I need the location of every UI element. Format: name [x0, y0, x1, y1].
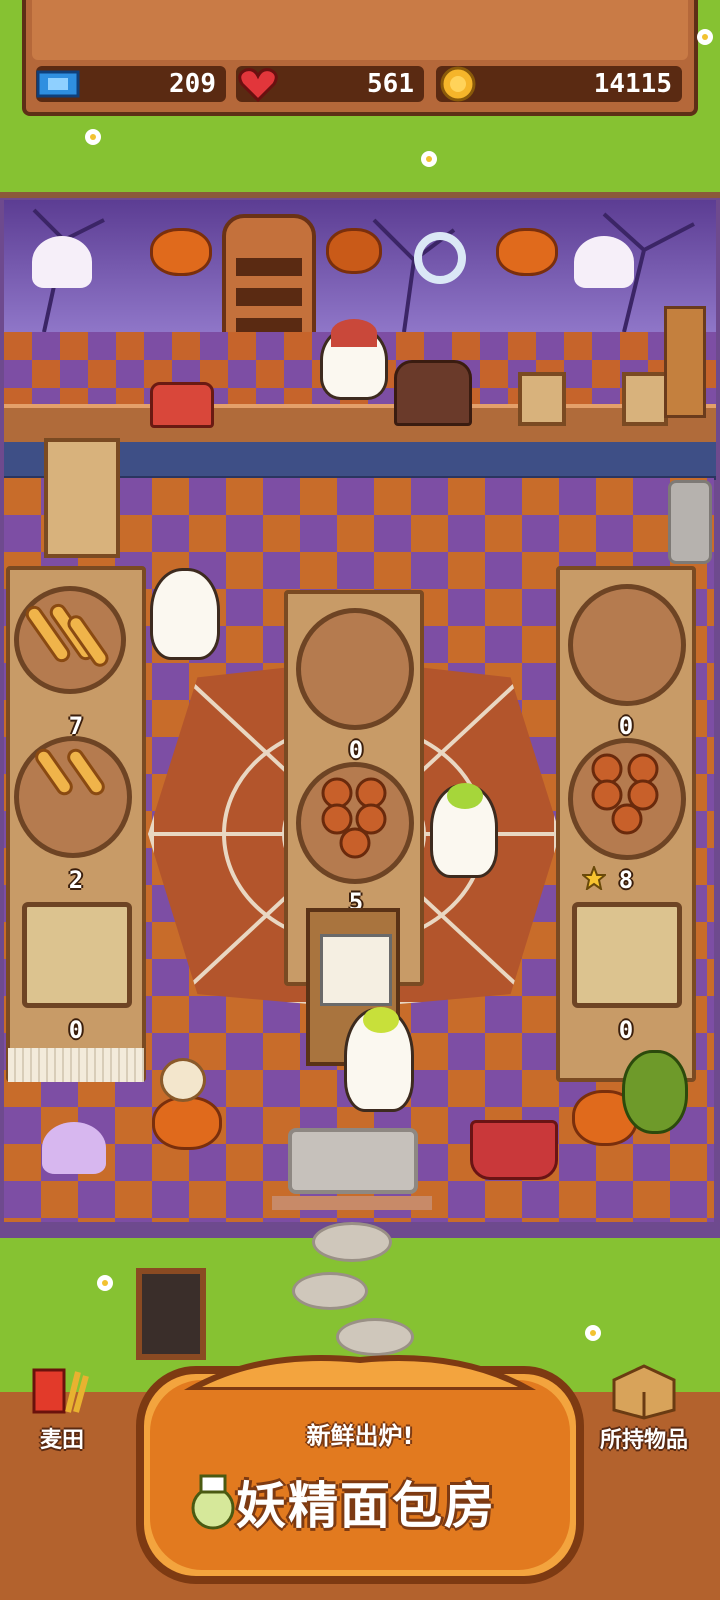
wheat-field-label: 麦田	[39, 1428, 84, 1453]
inventory-label: 所持物品	[599, 1428, 688, 1453]
ticket-count: 209	[169, 69, 216, 99]
center-shelf-count-1: 0	[348, 736, 364, 764]
pumpkin-lantern	[150, 228, 212, 276]
heart-icon	[236, 64, 280, 104]
cat-character	[160, 1058, 206, 1102]
fairy-icon	[188, 1472, 238, 1532]
entrance-mat	[288, 1128, 418, 1194]
empty-tray[interactable]	[572, 902, 682, 1008]
flower-decoration	[584, 1324, 602, 1342]
ghost-decoration	[32, 236, 92, 288]
donut-plate[interactable]	[296, 762, 414, 884]
right-shelf-count-2: 8	[618, 866, 634, 894]
ghost-decoration	[574, 236, 634, 288]
sign-panel	[32, 0, 688, 60]
side-door	[668, 480, 712, 564]
donut-plate[interactable]	[568, 738, 686, 860]
side-cabinet	[664, 306, 706, 418]
entrance-step	[272, 1196, 432, 1210]
empty-plate[interactable]	[296, 608, 414, 730]
left-shelf-count-2: 2	[68, 866, 84, 894]
oven-icon[interactable]	[394, 360, 472, 426]
pumpkin-lantern	[496, 228, 558, 276]
telephone-icon[interactable]	[150, 382, 214, 428]
coin-icon	[436, 64, 480, 104]
candy-basket	[470, 1120, 558, 1180]
flower-decoration	[96, 1274, 114, 1292]
stepping-stone	[312, 1222, 392, 1262]
customer-character[interactable]	[344, 1007, 414, 1112]
flower-decoration	[84, 128, 102, 146]
wheat-field-button[interactable]: 麦田	[14, 1362, 110, 1454]
cardboard-box	[518, 372, 566, 426]
customer-character[interactable]	[150, 568, 220, 660]
ghost-decoration	[42, 1122, 106, 1174]
box-icon	[608, 1362, 678, 1420]
baguette-plate[interactable]	[14, 736, 132, 858]
ticket-icon	[36, 64, 80, 104]
logo-tagline: 新鲜出炉!	[306, 1422, 414, 1450]
jack-o-lantern	[152, 1096, 222, 1150]
shelf-skirt	[8, 1048, 144, 1082]
right-shelf-count-3: 0	[618, 1016, 634, 1044]
star-icon	[580, 864, 608, 892]
menu-chalkboard[interactable]	[136, 1268, 206, 1360]
flower-decoration	[420, 150, 438, 168]
baguette-plate[interactable]	[14, 586, 126, 694]
wheat-icon	[28, 1362, 89, 1414]
right-shelf-count-1: 0	[618, 712, 634, 740]
flower-decoration	[696, 28, 714, 46]
cardboard-box	[622, 372, 668, 426]
inventory-button[interactable]: 所持物品	[584, 1362, 704, 1454]
stacked-boxes	[44, 438, 120, 558]
pumpkin-lantern	[326, 228, 382, 274]
logo-title: 妖精面包房	[236, 1477, 496, 1535]
green-jack-o-lantern	[622, 1050, 688, 1134]
stepping-stone	[292, 1272, 368, 1310]
customer-character[interactable]	[430, 783, 498, 878]
empty-plate[interactable]	[568, 584, 686, 706]
baker-character[interactable]	[320, 319, 388, 400]
logo-crest	[150, 1350, 570, 1393]
coin-count: 14115	[593, 69, 672, 99]
empty-tray[interactable]	[22, 902, 132, 1008]
wreath-decoration	[414, 232, 466, 284]
heart-count: 561	[367, 69, 414, 99]
left-shelf-count-3: 0	[68, 1016, 84, 1044]
